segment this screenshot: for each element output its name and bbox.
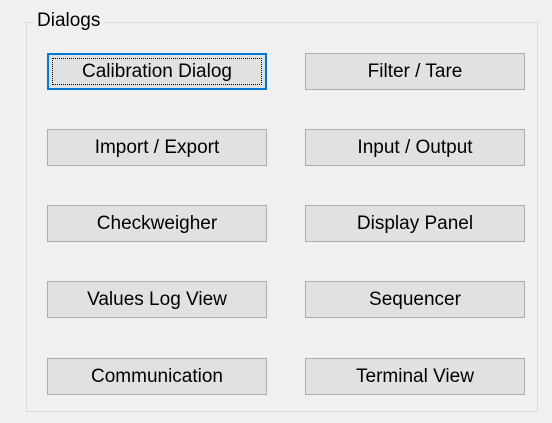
sequencer-button[interactable]: Sequencer <box>305 281 525 318</box>
communication-button-label: Communication <box>91 366 223 387</box>
filter-tare-button-label: Filter / Tare <box>367 61 463 82</box>
checkweigher-button-label: Checkweigher <box>96 213 218 234</box>
display-panel-button-label: Display Panel <box>356 213 474 234</box>
filter-tare-button[interactable]: Filter / Tare <box>305 53 525 90</box>
import-export-button[interactable]: Import / Export <box>47 129 267 166</box>
input-output-button-label: Input / Output <box>357 137 473 158</box>
calibration-dialog-button-label: Calibration Dialog <box>82 61 232 82</box>
values-log-view-button[interactable]: Values Log View <box>47 281 267 318</box>
input-output-button[interactable]: Input / Output <box>305 129 525 166</box>
display-panel-button[interactable]: Display Panel <box>305 205 525 242</box>
checkweigher-button[interactable]: Checkweigher <box>47 205 267 242</box>
sequencer-button-label: Sequencer <box>369 289 461 310</box>
terminal-view-button-label: Terminal View <box>356 366 474 387</box>
values-log-view-button-label: Values Log View <box>87 289 227 310</box>
terminal-view-button[interactable]: Terminal View <box>305 358 525 395</box>
communication-button[interactable]: Communication <box>47 358 267 395</box>
dialogs-group-title: Dialogs <box>33 8 105 34</box>
import-export-button-label: Import / Export <box>94 137 220 158</box>
calibration-dialog-button[interactable]: Calibration Dialog <box>47 53 267 90</box>
